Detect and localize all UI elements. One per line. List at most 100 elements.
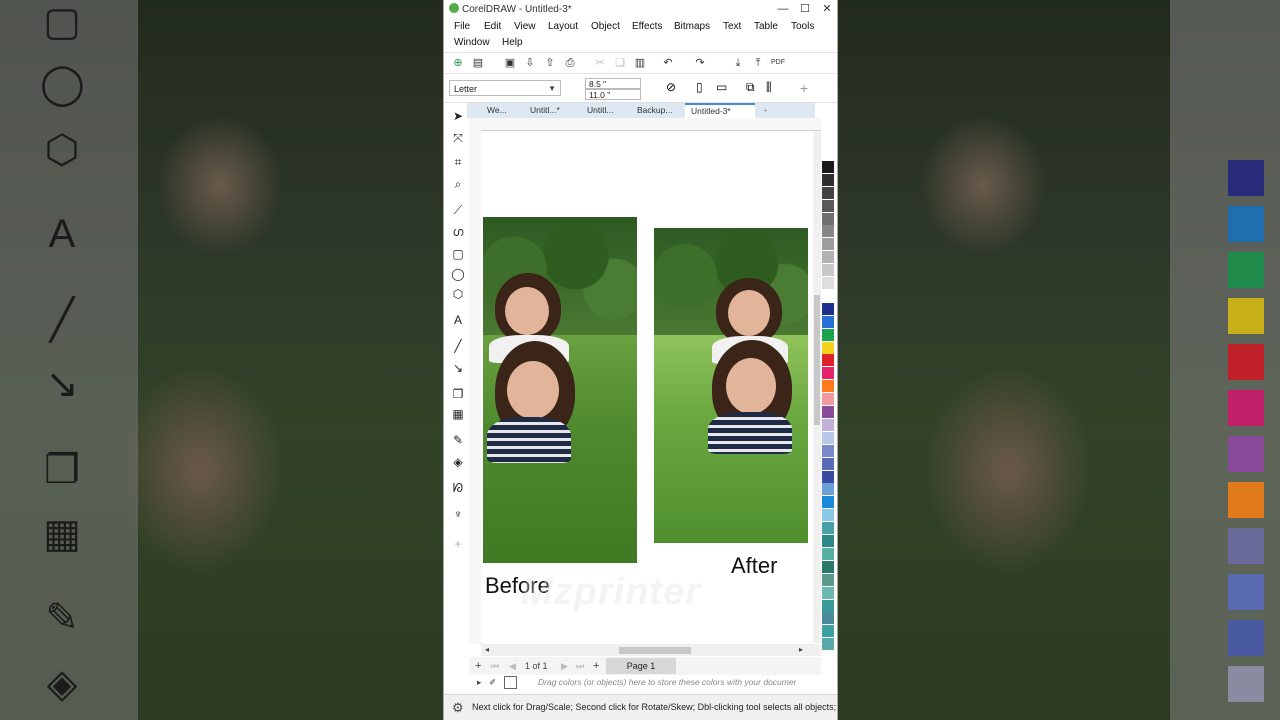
palette-swatch[interactable] [822,470,834,483]
outline-pen-icon[interactable]: ♆ [450,506,466,522]
eyedropper-tool-icon[interactable]: ✎ [450,432,466,448]
menu-help[interactable]: Help [502,35,523,51]
polygon-tool-icon[interactable]: ⬡ [450,286,466,302]
tab-untitled-modified[interactable]: Untitl...* [524,103,566,118]
cloud-download-icon[interactable]: ⇩ [522,55,538,71]
menu-table[interactable]: Table [754,19,778,35]
interactive-fill-icon[interactable]: ◈ [450,454,466,470]
all-pages-icon[interactable]: ⧉ [746,80,755,95]
menu-layout[interactable]: Layout [548,19,578,35]
palette-swatch[interactable] [822,238,834,251]
before-photo[interactable] [483,217,637,563]
menu-view[interactable]: View [514,19,536,35]
expand-icon[interactable]: ▸ [477,677,481,688]
palette-swatch[interactable] [822,173,834,186]
palette-swatch[interactable] [822,522,834,535]
gear-icon[interactable]: ⚙ [452,700,464,716]
smart-fill-icon[interactable]: ᘗ [450,480,466,496]
palette-swatch[interactable] [822,444,834,457]
palette-swatch[interactable] [822,380,834,393]
palette-swatch[interactable] [822,328,834,341]
menu-file[interactable]: File [454,19,470,35]
palette-swatch[interactable] [822,625,834,638]
previous-page-icon[interactable]: ◀ [509,660,516,672]
close-button[interactable]: ✕ [816,1,837,17]
palette-swatch[interactable] [822,289,834,302]
tab-backup[interactable]: Backup... [631,103,678,118]
palette-swatch[interactable] [822,496,834,509]
palette-swatch[interactable] [822,483,834,496]
tab-welcome[interactable]: We... [481,103,513,118]
horizontal-scrollbar[interactable]: ◂ ▸ [481,644,821,656]
palette-swatch[interactable] [822,406,834,418]
connector-tool-icon[interactable]: ↘ [450,360,466,376]
undo-icon[interactable]: ↶ [660,55,676,71]
scroll-left-icon[interactable]: ◂ [485,645,489,654]
zoom-tool-icon[interactable]: ⌕ [450,176,466,192]
palette-swatch[interactable] [822,535,834,547]
portrait-icon[interactable]: ▯ [696,80,703,94]
no-color-swatch[interactable] [504,676,517,689]
tab-untitled[interactable]: Untitl... [581,103,619,118]
ellipse-tool-icon[interactable]: ◯ [450,266,466,282]
menu-window[interactable]: Window [454,35,490,51]
copy-icon[interactable]: ❏ [612,55,628,71]
palette-swatch[interactable] [822,418,834,431]
landscape-icon[interactable]: ▭ [716,80,727,94]
paste-icon[interactable]: ▥ [632,55,648,71]
redo-icon[interactable]: ↷ [692,55,708,71]
text-tool-icon[interactable]: A [450,312,466,328]
maximize-button[interactable]: ☐ [794,1,816,17]
palette-swatch[interactable] [822,573,834,586]
palette-swatch[interactable] [822,599,834,612]
menu-bitmaps[interactable]: Bitmaps [674,19,710,35]
first-page-icon[interactable]: ⏮ [491,660,499,672]
palette-swatch[interactable] [822,367,834,380]
palette-swatch[interactable] [822,638,834,651]
menu-edit[interactable]: Edit [484,19,501,35]
menu-tools[interactable]: Tools [791,19,814,35]
units-icon[interactable]: ⊘ [666,80,676,94]
add-page-icon[interactable]: + [475,660,481,672]
rectangle-tool-icon[interactable]: ▢ [450,246,466,262]
palette-swatch[interactable] [822,509,834,522]
palette-swatch[interactable] [822,212,834,225]
add-tool-icon[interactable]: + [450,536,466,552]
scroll-thumb[interactable] [814,295,820,425]
palette-swatch[interactable] [822,160,834,173]
crop-tool-icon[interactable]: ⌗ [450,154,466,170]
palette-swatch[interactable] [822,225,834,238]
palette-swatch[interactable] [822,547,834,560]
import-icon[interactable]: ⤓ [730,55,746,71]
palette-swatch[interactable] [822,457,834,470]
palette-swatch[interactable] [822,560,834,573]
palette-swatch[interactable] [822,315,834,328]
current-page-icon[interactable]: ⫼ [766,80,772,95]
palette-swatch[interactable] [822,277,834,289]
drawing-canvas[interactable]: Before After Mzprinter [481,131,821,643]
pdf-export-icon[interactable]: PDF [770,55,786,71]
scroll-right-icon[interactable]: ▸ [799,645,803,654]
menu-effects[interactable]: Effects [632,19,662,35]
palette-swatch[interactable] [822,148,834,160]
after-photo[interactable] [654,228,808,543]
page-tab[interactable]: Page 1 [606,658,676,674]
cloud-upload-icon[interactable]: ⇧ [542,55,558,71]
next-page-icon[interactable]: ▶ [561,660,568,672]
palette-swatch[interactable] [822,199,834,212]
minimize-button[interactable]: — [772,1,794,17]
tab-untitled-3[interactable]: Untitled-3* [685,103,755,118]
export-icon[interactable]: ⤒ [750,55,766,71]
freehand-tool-icon[interactable]: ⟋ [450,202,466,218]
transparency-tool-icon[interactable]: ▦ [450,406,466,422]
palette-swatch[interactable] [822,431,834,444]
add-icon[interactable]: + [800,80,808,96]
palette-swatch[interactable] [822,586,834,599]
new-document-icon[interactable]: ⊕ [450,55,466,71]
cut-icon[interactable]: ✂ [592,55,608,71]
page-height-field[interactable]: 11.0 " [585,89,641,100]
menu-object[interactable]: Object [591,19,620,35]
scroll-thumb[interactable] [619,647,691,654]
palette-swatch[interactable] [822,354,834,367]
palette-swatch[interactable] [822,264,834,277]
